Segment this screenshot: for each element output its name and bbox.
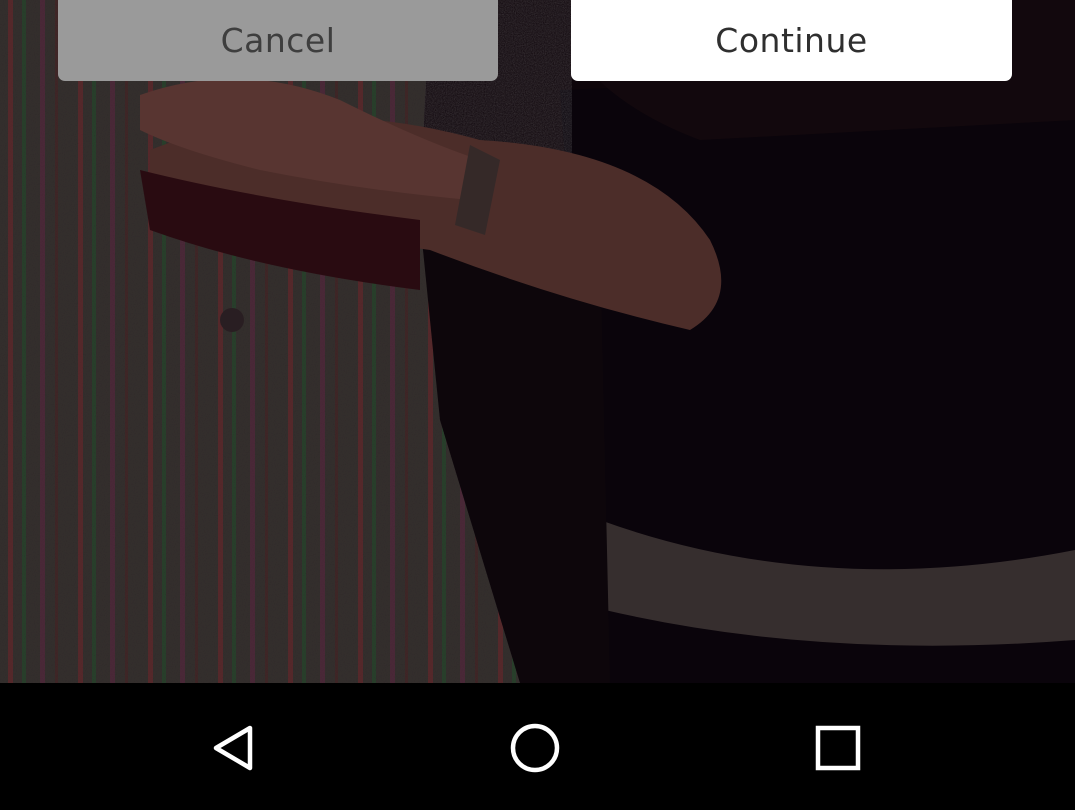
home-circle-icon [510, 723, 560, 773]
android-nav-bar [0, 683, 1075, 810]
back-triangle-icon [213, 725, 253, 771]
home-button[interactable] [500, 713, 570, 783]
cancel-button[interactable]: Cancel [58, 0, 498, 81]
background-photo [0, 0, 1075, 683]
recents-square-icon [815, 725, 861, 771]
recents-button[interactable] [803, 713, 873, 783]
continue-button[interactable]: Continue [571, 0, 1012, 81]
dim-overlay [0, 0, 1075, 683]
screen: Cancel Continue [0, 0, 1075, 810]
back-button[interactable] [198, 713, 268, 783]
